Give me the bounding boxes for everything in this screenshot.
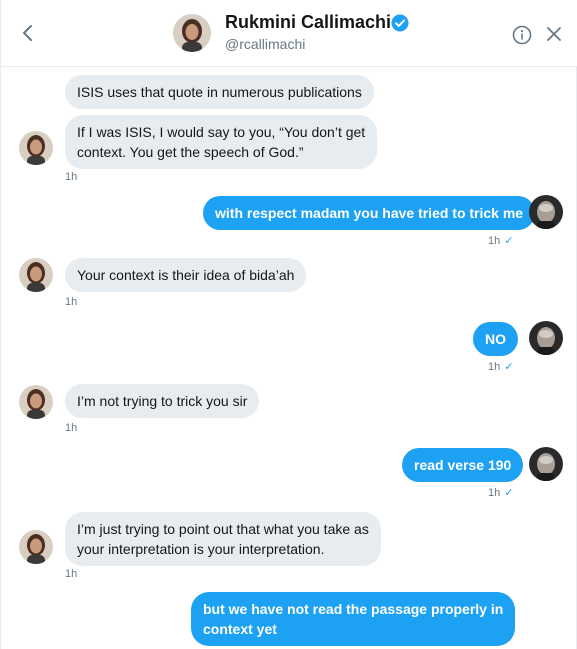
message-thread[interactable]: ISIS uses that quote in numerous publica… [1,68,577,649]
sender-avatar[interactable] [19,258,53,292]
own-avatar[interactable] [529,321,563,355]
contact-handle: @rcallimachi [225,36,306,52]
read-check-icon: ✓ [504,487,514,499]
timestamp-text: 1h [488,487,501,499]
incoming-message[interactable]: I’m just trying to point out that what y… [65,512,381,566]
contact-name[interactable]: Rukmini Callimachi [225,12,391,33]
message-text: your interpretation is your interpretati… [77,541,325,557]
incoming-message[interactable]: If I was ISIS, I would say to you, “You … [65,115,378,169]
message-timestamp: 1h ✓ [488,486,513,499]
message-text: Your context is their idea of bida’ah [77,267,295,283]
message-text: context yet [203,621,277,637]
outgoing-message[interactable]: read verse 190 [402,448,524,482]
chevron-left-icon [23,25,32,41]
message-timestamp: 1h ✓ [488,234,513,247]
message-text: If I was ISIS, I would say to you, “You … [77,124,366,140]
timestamp-text: 1h [488,235,501,247]
incoming-message[interactable]: I’m not trying to trick you sir [65,384,260,418]
close-button[interactable] [544,24,564,44]
message-timestamp: 1h [65,422,78,434]
message-timestamp: 1h [65,568,78,580]
sender-avatar[interactable] [19,131,53,165]
incoming-message[interactable]: ISIS uses that quote in numerous publica… [65,75,374,109]
message-timestamp: 1h [65,296,78,308]
outgoing-message[interactable]: but we have not read the passage properl… [191,592,516,646]
message-text: NO [485,331,506,347]
info-button[interactable] [511,24,533,46]
message-text: but we have not read the passage properl… [203,601,504,617]
contact-avatar[interactable] [173,14,211,52]
message-text: read verse 190 [414,457,512,473]
sender-avatar[interactable] [19,530,53,564]
info-icon [512,25,532,45]
message-text: I’m not trying to trick you sir [77,393,248,409]
dm-conversation-window: Rukmini Callimachi @rcallimachi ISIS use… [0,0,577,649]
own-avatar[interactable] [529,447,563,481]
message-text: I’m just trying to point out that what y… [77,521,369,537]
conversation-header: Rukmini Callimachi @rcallimachi [1,0,577,67]
own-avatar[interactable] [529,195,563,229]
message-timestamp: 1h ✓ [488,360,513,373]
close-icon [547,27,561,41]
outgoing-message[interactable]: with respect madam you have tried to tri… [203,196,536,230]
read-check-icon: ✓ [504,361,514,373]
back-button[interactable] [15,20,41,46]
message-text: with respect madam you have tried to tri… [215,205,524,221]
message-text: context. You get the speech of God.” [77,144,304,160]
outgoing-message[interactable]: NO [473,322,518,356]
message-timestamp: 1h [65,171,78,183]
read-check-icon: ✓ [504,235,514,247]
sender-avatar[interactable] [19,385,53,419]
verified-badge-icon [391,14,409,32]
message-text: ISIS uses that quote in numerous publica… [77,84,362,100]
timestamp-text: 1h [488,361,501,373]
incoming-message[interactable]: Your context is their idea of bida’ah [65,258,307,292]
